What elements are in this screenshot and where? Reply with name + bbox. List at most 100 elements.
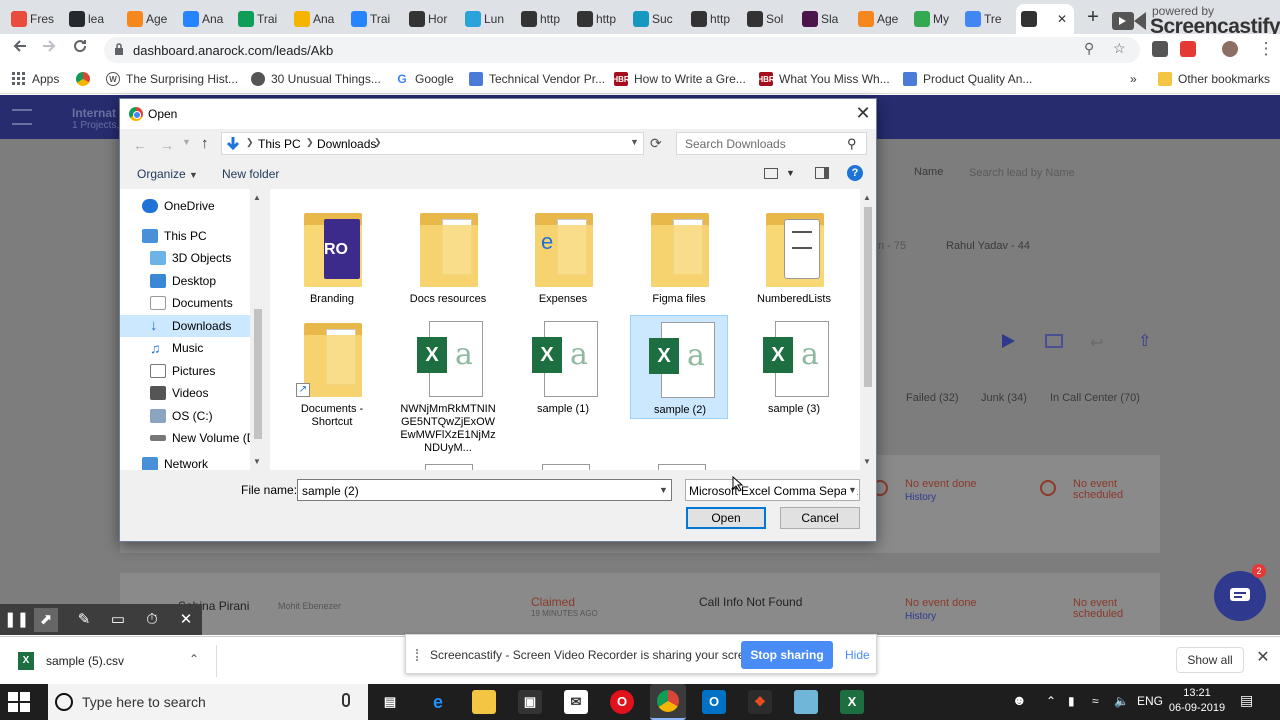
file-list-scrollbar[interactable]: ▲ ▼ <box>860 189 876 470</box>
close-icon[interactable]: ✕ <box>174 608 198 632</box>
language-indicator[interactable]: ENG <box>1137 694 1163 708</box>
task-view-icon[interactable]: ▤ <box>378 690 402 714</box>
play-icon[interactable] <box>1000 333 1016 349</box>
history-link[interactable]: History <box>905 492 936 503</box>
file-item-sample-3[interactable]: Xa sample (3) <box>745 315 843 419</box>
nav-item-downloads[interactable]: ↓ Downloads <box>120 315 250 337</box>
back-button[interactable] <box>8 38 32 60</box>
file-item-sample-2[interactable]: Xa sample (2) <box>630 315 728 419</box>
nav-item-this-pc[interactable]: This PC <box>142 225 207 247</box>
mail-icon[interactable] <box>1045 334 1063 348</box>
bookmark-item[interactable]: W The Surprising Hist... <box>106 71 238 87</box>
browser-tab[interactable]: Hor <box>404 4 456 34</box>
edge-icon[interactable]: e <box>426 690 450 714</box>
chevron-down-icon[interactable]: ▼ <box>786 168 795 178</box>
file-item-numberedlists[interactable]: NumberedLists <box>745 205 843 309</box>
file-item-partial[interactable] <box>658 464 706 470</box>
other-bookmarks[interactable]: Other bookmarks <box>1158 71 1270 87</box>
volume-icon[interactable]: 🔈 <box>1114 694 1129 708</box>
hamburger-icon[interactable] <box>12 109 32 125</box>
search-downloads-input[interactable]: Search Downloads ⚲ <box>676 132 867 155</box>
pen-icon[interactable]: ✎ <box>72 608 96 632</box>
browser-tab[interactable]: http <box>516 4 568 34</box>
chevron-up-icon[interactable]: ⌃ <box>189 652 199 666</box>
outlook-icon[interactable]: O <box>702 690 726 714</box>
browser-tab[interactable]: My <box>909 4 961 34</box>
file-item-documents-shortcut[interactable]: ↗ Documents - Shortcut <box>283 315 381 431</box>
chrome-taskbar-icon[interactable] <box>650 684 686 720</box>
scroll-down-icon[interactable]: ▼ <box>863 457 871 466</box>
scroll-down-icon[interactable]: ▼ <box>253 457 261 466</box>
open-button[interactable]: Open <box>686 507 766 529</box>
cancel-button[interactable]: Cancel <box>780 507 860 529</box>
browser-tab[interactable]: Ana <box>178 4 230 34</box>
file-item-figma-files[interactable]: Figma files <box>630 205 728 309</box>
browser-tab[interactable]: http <box>572 4 624 34</box>
bookmark-chrome[interactable] <box>76 71 90 87</box>
store-icon[interactable]: ▣ <box>518 690 542 714</box>
nav-item-music[interactable]: ♫ Music <box>150 337 203 359</box>
app-icon[interactable] <box>794 690 818 714</box>
browser-tab[interactable]: Trai <box>233 4 285 34</box>
nav-item-network[interactable]: Network <box>142 457 208 470</box>
menu-icon[interactable]: ⋮ <box>1254 38 1278 60</box>
scrollbar-thumb[interactable] <box>864 207 872 387</box>
nav-item-pictures[interactable]: Pictures <box>150 360 215 382</box>
history-link[interactable]: History <box>905 611 936 622</box>
browser-tab[interactable]: ✕ <box>1016 4 1074 34</box>
download-shelf-close-button[interactable]: ✕ <box>1254 647 1272 671</box>
up-arrow-icon[interactable]: ↑ <box>201 135 209 152</box>
scrollbar-thumb[interactable] <box>254 309 262 439</box>
path-bar[interactable]: ❯ This PC ❯ Downloads ❯ ▼ <box>221 132 644 155</box>
name-filter[interactable]: Name <box>914 166 943 178</box>
excel-taskbar-icon[interactable]: X <box>840 690 864 714</box>
dialog-close-button[interactable]: ✕ <box>854 103 872 123</box>
browser-tab[interactable]: Trai <box>346 4 398 34</box>
opera-icon[interactable]: O <box>610 690 634 714</box>
reload-button[interactable] <box>68 38 92 60</box>
browser-tab[interactable]: Suc <box>628 4 680 34</box>
tab-junk[interactable]: Junk (34) <box>981 392 1027 404</box>
tab-failed[interactable]: Failed (32) <box>906 392 959 404</box>
browser-tab[interactable]: http <box>686 4 738 34</box>
browser-tab[interactable]: Age <box>122 4 174 34</box>
chat-button[interactable] <box>1214 571 1266 621</box>
bookmark-item[interactable]: HBR How to Write a Gre... <box>612 71 746 87</box>
browser-tab[interactable]: Age <box>853 4 905 34</box>
tab-close-icon[interactable]: ✕ <box>1057 12 1067 26</box>
wifi-icon[interactable]: ≈ <box>1092 694 1099 708</box>
nav-scrollbar[interactable]: ▲ ▼ <box>250 189 266 470</box>
forward-button[interactable] <box>37 38 61 60</box>
new-folder-button[interactable]: New folder <box>222 167 279 181</box>
new-tab-button[interactable]: + <box>1082 6 1104 28</box>
file-item-partial[interactable] <box>542 464 590 470</box>
zoom-icon[interactable]: ⚲ <box>1084 40 1094 57</box>
record-extension-icon[interactable] <box>1180 41 1196 57</box>
bookmark-item[interactable]: HBR What You Miss Wh... <box>757 71 890 87</box>
address-bar[interactable]: dashboard.anarock.com/leads/Akb ⚲ ☆ <box>104 37 1140 63</box>
bookmark-item[interactable]: Technical Vendor Pr... <box>469 71 605 87</box>
cast-extension-icon[interactable] <box>1152 41 1168 57</box>
organize-button[interactable]: Organize ▼ <box>137 167 198 181</box>
file-name-input[interactable]: sample (2) ▼ <box>297 479 672 501</box>
file-item-csv-long[interactable]: Xa NWNjMmRkMTNINGE5NTQwZjExOWEwMWFlXzE1N… <box>399 315 497 455</box>
browser-tab[interactable]: lea <box>64 4 116 34</box>
mail-app-icon[interactable]: ✉ <box>564 690 588 714</box>
scroll-up-icon[interactable]: ▲ <box>253 193 261 202</box>
lead-card[interactable] <box>120 573 1160 635</box>
browser-tab[interactable]: Sla <box>797 4 849 34</box>
nav-item-desktop[interactable]: Desktop <box>150 270 216 292</box>
preview-pane-icon[interactable] <box>815 167 829 179</box>
recent-dropdown-icon[interactable]: ▼ <box>182 137 191 147</box>
view-icon[interactable] <box>764 168 778 179</box>
microphone-icon[interactable] <box>342 693 350 707</box>
filter-chip[interactable]: Rahul Yadav - 44 <box>946 240 1030 252</box>
upload-icon[interactable]: ⇧ <box>1138 331 1154 350</box>
chevron-down-icon[interactable]: ▼ <box>659 485 668 495</box>
browser-tab[interactable]: Ana <box>289 4 341 34</box>
taskbar-clock[interactable]: 13:21 06-09-2019 <box>1166 686 1228 716</box>
pause-icon[interactable]: ❚❚ <box>4 608 29 632</box>
nav-item-new-volume[interactable]: New Volume (D: <box>150 427 259 449</box>
bookmark-item[interactable]: 30 Unusual Things... <box>251 71 381 87</box>
file-item-expenses[interactable]: e Expenses <box>514 205 612 309</box>
